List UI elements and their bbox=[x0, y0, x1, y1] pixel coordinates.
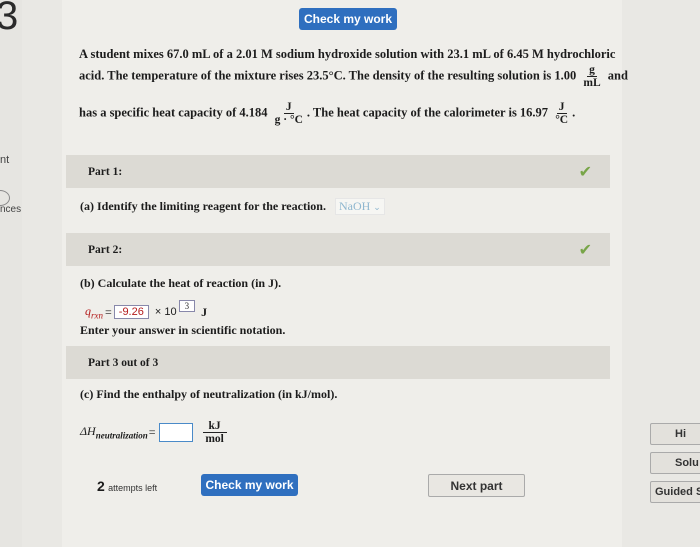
q-subscript: rxn bbox=[91, 310, 103, 321]
part-3-label: Part 3 out of 3 bbox=[88, 356, 159, 369]
density-unit-fraction: g mL bbox=[581, 64, 602, 89]
hint-button[interactable]: Hi bbox=[650, 423, 700, 445]
scientific-notation-hint: Enter your answer in scientific notation… bbox=[80, 323, 286, 337]
density-unit-den: mL bbox=[583, 77, 601, 90]
part-3-header: Part 3 out of 3 bbox=[66, 346, 610, 379]
heat-of-reaction-answer: qrxn = -9.26 × 10 3 J bbox=[85, 300, 208, 320]
times-ten: × 10 bbox=[154, 306, 177, 319]
part-1-header: Part 1: ✔ bbox=[66, 155, 610, 188]
attempts-count: 2 bbox=[97, 478, 105, 494]
mantissa-input[interactable]: -9.26 bbox=[113, 305, 149, 320]
problem-line-2-text: acid. The temperature of the mixture ris… bbox=[79, 68, 577, 83]
problem-line-3-mid: . The heat capacity of the calorimeter i… bbox=[306, 105, 549, 120]
delta-h-symbol: ΔHneutralization bbox=[80, 424, 148, 440]
check-my-work-button-top[interactable]: Check my work bbox=[299, 8, 397, 30]
rail-question-number: 3 bbox=[0, 0, 19, 38]
specific-heat-unit-fraction: J g · °C bbox=[273, 101, 305, 126]
q-rxn-symbol: qrxn bbox=[85, 304, 103, 320]
calorimeter-unit-den: °C bbox=[555, 114, 569, 127]
limiting-reagent-dropdown[interactable]: NaOH ⌄ bbox=[334, 198, 385, 215]
part-1-question: (a) Identify the limiting reagent for th… bbox=[80, 198, 385, 215]
enthalpy-unit-fraction: kJ mol bbox=[202, 420, 227, 446]
enthalpy-input[interactable] bbox=[158, 423, 193, 443]
problem-line-2: acid. The temperature of the mixture ris… bbox=[79, 64, 628, 89]
calorimeter-unit-fraction: J °C bbox=[553, 101, 570, 126]
enthalpy-unit-num: kJ bbox=[202, 420, 227, 434]
solution-button[interactable]: Solu bbox=[650, 452, 700, 474]
problem-line-3-text: has a specific heat capacity of 4.184 bbox=[79, 105, 268, 120]
problem-line-2-end: and bbox=[607, 68, 628, 83]
exponent-input[interactable]: 3 bbox=[178, 300, 196, 313]
checkmark-icon: ✔ bbox=[578, 240, 592, 259]
heat-unit: J bbox=[201, 304, 208, 319]
next-part-button[interactable]: Next part bbox=[428, 474, 525, 497]
rail-label-nt[interactable]: nt bbox=[0, 154, 9, 166]
attempts-left: 2 attempts left bbox=[97, 478, 157, 494]
problem-line-1: A student mixes 67.0 mL of a 2.01 M sodi… bbox=[79, 47, 616, 61]
part-3-question: (c) Find the enthalpy of neutralization … bbox=[80, 387, 338, 401]
delta-h-subscript: neutralization bbox=[95, 430, 148, 441]
part-2-header: Part 2: ✔ bbox=[66, 233, 610, 266]
check-my-work-button[interactable]: Check my work bbox=[201, 474, 298, 496]
equals-sign: = bbox=[105, 304, 112, 319]
density-unit-num: g bbox=[587, 64, 597, 78]
calorimeter-unit-num: J bbox=[556, 101, 567, 115]
attempts-label: attempts left bbox=[108, 483, 158, 493]
dropdown-selected-value: NaOH bbox=[338, 199, 371, 213]
enthalpy-answer: ΔHneutralization = kJ mol bbox=[80, 420, 229, 445]
enthalpy-unit-den: mol bbox=[205, 433, 224, 446]
specific-heat-unit-num: J bbox=[283, 101, 294, 115]
problem-line-3: has a specific heat capacity of 4.184 J … bbox=[79, 101, 575, 126]
checkmark-icon: ✔ bbox=[578, 162, 592, 181]
chevron-down-icon: ⌄ bbox=[373, 202, 381, 212]
left-rail: 3 nt nces bbox=[0, 0, 22, 547]
part-2-question: (b) Calculate the heat of reaction (in J… bbox=[80, 276, 282, 290]
guided-solution-button[interactable]: Guided S bbox=[650, 481, 700, 503]
delta-h: ΔH bbox=[80, 424, 96, 439]
problem-line-3-end: . bbox=[572, 105, 576, 120]
equals-sign: = bbox=[148, 425, 156, 440]
part-2-label: Part 2: bbox=[88, 243, 123, 256]
part-1-question-text: (a) Identify the limiting reagent for th… bbox=[80, 199, 326, 213]
part-1-label: Part 1: bbox=[88, 165, 123, 178]
rail-label-references[interactable]: nces bbox=[0, 204, 21, 215]
specific-heat-unit-den: g · °C bbox=[274, 114, 303, 127]
